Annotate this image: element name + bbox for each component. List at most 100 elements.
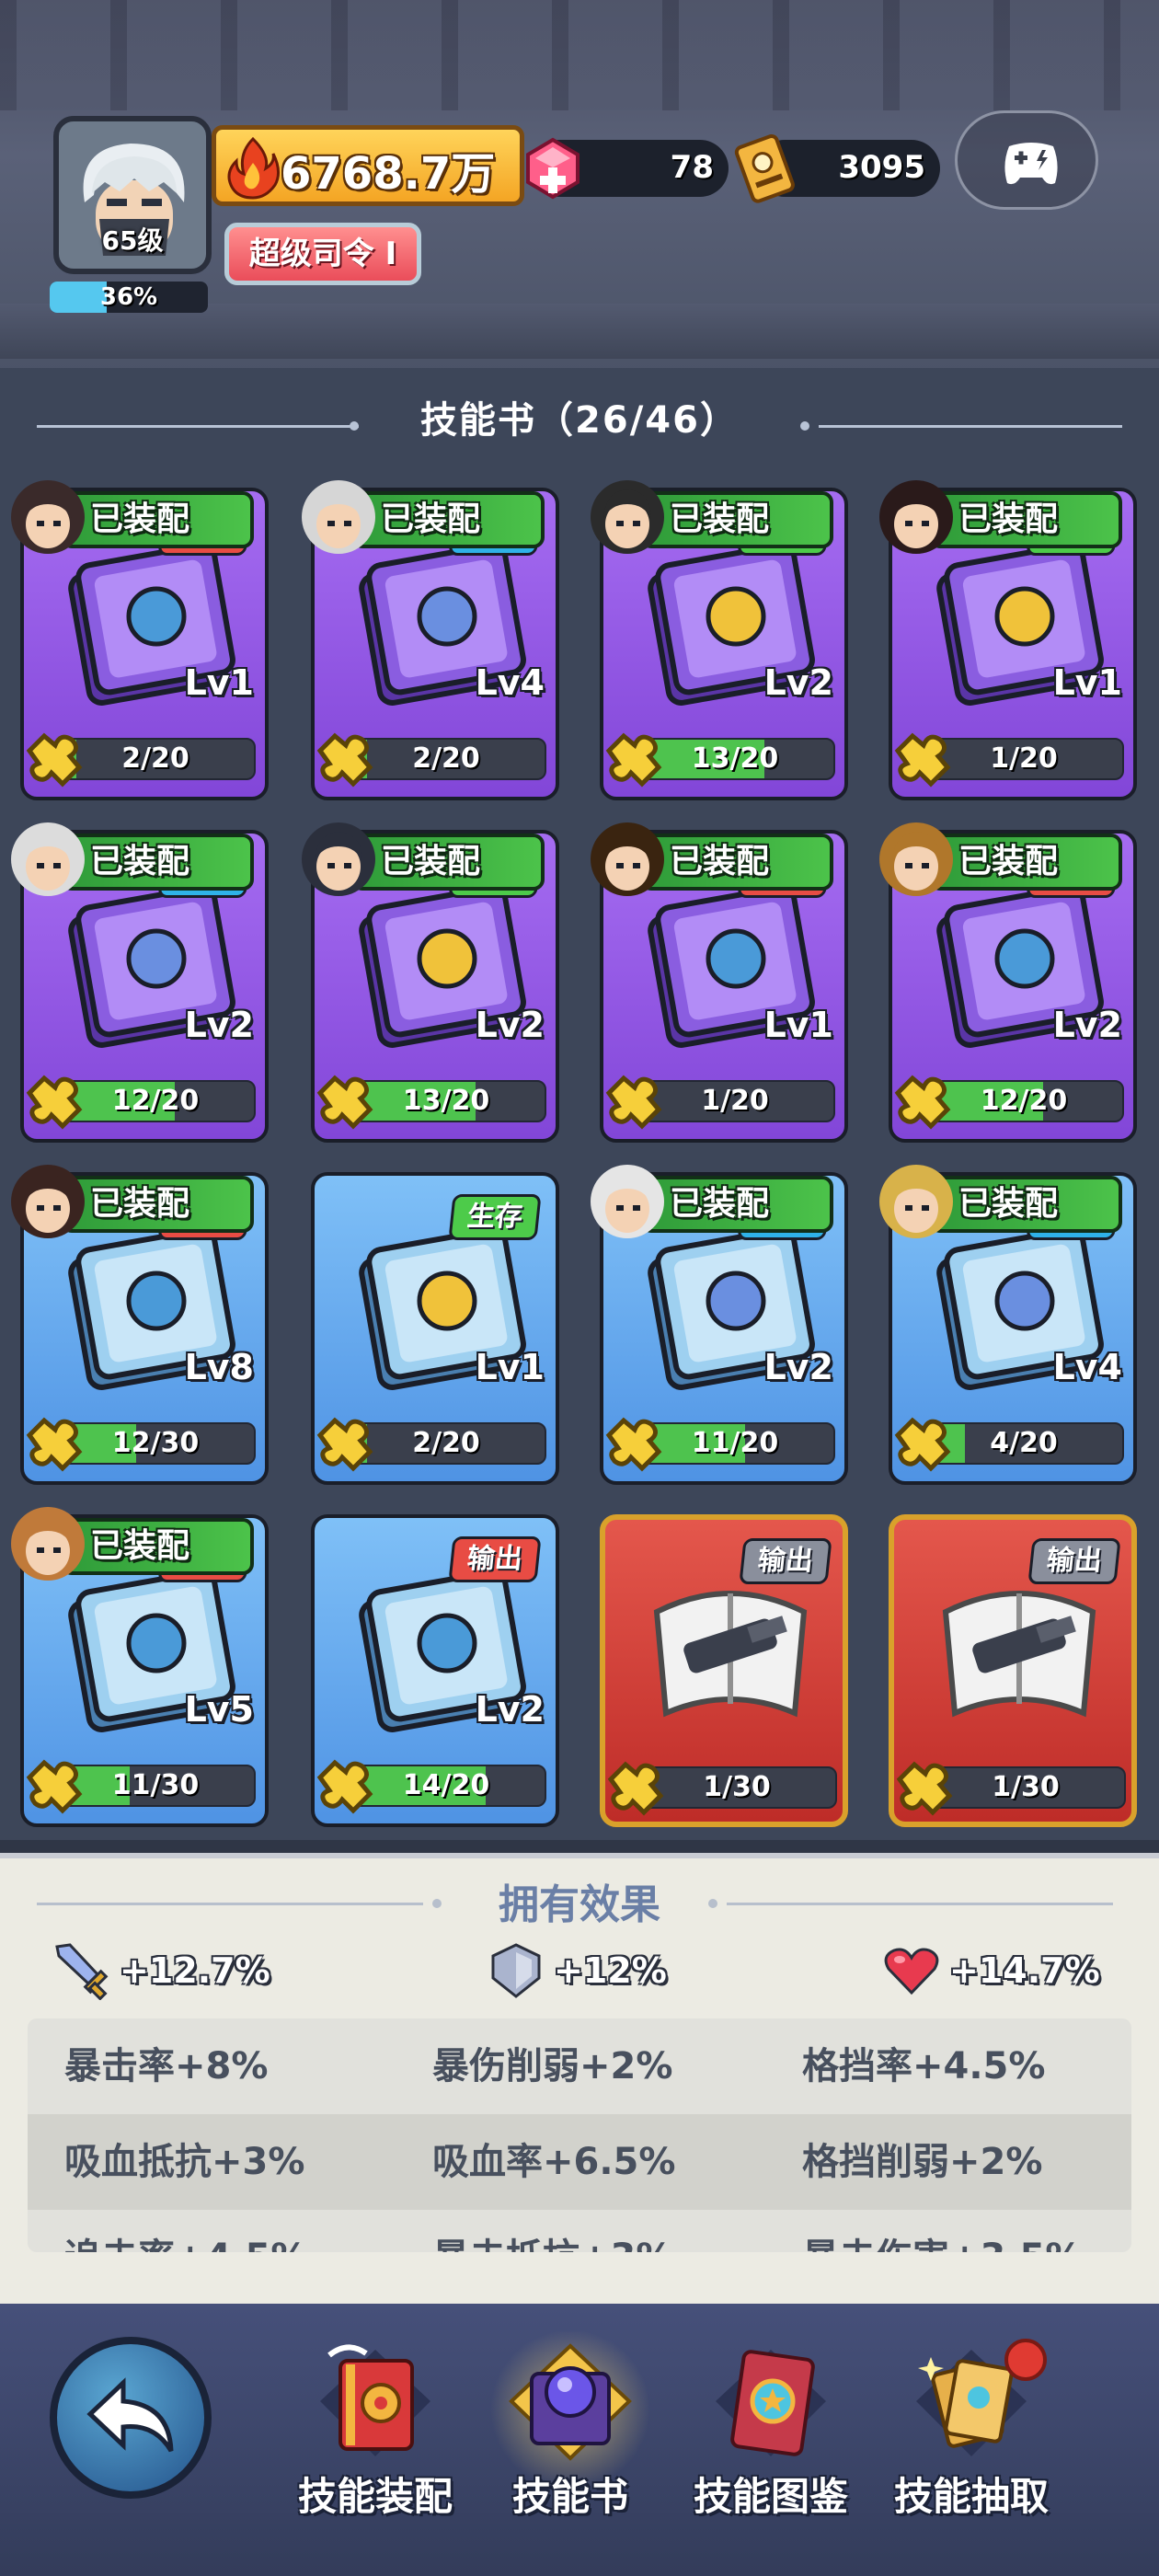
skill-level: Lv1 (1052, 662, 1122, 703)
skill-book-card[interactable]: 辅助Lv4 2/20 已装配 (302, 480, 559, 800)
ticket-counter[interactable]: 3095 (734, 133, 940, 203)
equipped-label: 已装配 (90, 843, 190, 880)
effects-row: 吸血抵抗+3% 吸血率+6.5% 格挡削弱+2% (28, 2114, 1131, 2210)
tab-skill-book[interactable]: 技能书 (469, 2331, 671, 2558)
skill-level: Lv4 (1052, 1347, 1122, 1387)
equipped-label: 已装配 (670, 843, 770, 880)
hp-stat-value: +14.7% (949, 1950, 1100, 1991)
dagger-icon (942, 1591, 1096, 1718)
skill-level: Lv1 (475, 1347, 545, 1387)
puzzle-shard-icon (26, 1417, 83, 1472)
attack-stat-value: +12.7% (120, 1950, 270, 1991)
equipped-label: 已装配 (958, 843, 1059, 880)
skill-book-card[interactable]: 输出 Lv2 14/20 (311, 1514, 559, 1827)
hero-portrait-icon (589, 821, 666, 898)
equipped-badge: 已装配 (61, 491, 254, 548)
back-arrow-icon (86, 2377, 174, 2453)
effect-cell: 暴击伤害+3.5% (802, 2210, 1082, 2252)
skill-book-card[interactable]: 输出Lv2 12/20 已装配 (879, 822, 1137, 1143)
skill-type-label: 输出 (465, 1543, 524, 1575)
puzzle-shard-icon (894, 1075, 951, 1130)
effect-cell: 格挡削弱+2% (802, 2141, 1043, 2183)
equipped-label: 已装配 (90, 1527, 190, 1565)
puzzle-shard-icon (605, 1417, 662, 1472)
effect-cell: 吸血抵抗+3% (64, 2141, 305, 2183)
skill-book-card[interactable]: 输出Lv8 12/30 已装配 (11, 1165, 269, 1485)
red-book-gear-icon (320, 2344, 430, 2456)
sword-icon (55, 1943, 109, 2000)
puzzle-shard-icon (316, 1075, 373, 1130)
effect-cell: 暴击抵抗+3% (432, 2210, 672, 2252)
equipped-badge: 已装配 (929, 1176, 1122, 1233)
equipped-badge: 已装配 (61, 1518, 254, 1575)
skill-book-card[interactable]: 生存Lv2 13/20 已装配 (591, 480, 848, 800)
effect-cell: 暴击率+8% (64, 2045, 269, 2087)
tab-skill-equip[interactable]: 技能装配 (274, 2337, 476, 2558)
skill-level: Lv2 (475, 1005, 545, 1045)
equipped-label: 已装配 (381, 843, 481, 880)
skill-book-card[interactable]: 生存Lv2 13/20 已装配 (302, 822, 559, 1143)
player-level: 65级 (101, 225, 164, 256)
skill-level: Lv2 (763, 1347, 833, 1387)
rank-title-badge[interactable]: 超级司令 I (224, 223, 421, 285)
rank-title-text: 超级司令 I (248, 236, 397, 272)
hero-portrait-icon (878, 1163, 955, 1240)
skill-book-card[interactable]: 辅助Lv4 4/20 已装配 (879, 1165, 1137, 1485)
gem-counter[interactable]: 78 (526, 137, 729, 200)
equipped-badge: 已装配 (929, 834, 1122, 891)
skill-book-card[interactable]: 辅助Lv2 11/20 已装配 (591, 1165, 848, 1485)
skill-level: Lv4 (475, 662, 545, 703)
effects-table[interactable]: 暴击率+8% 暴伤削弱+2% 格挡率+4.5% 吸血抵抗+3% 吸血率+6.5%… (28, 2018, 1131, 2252)
skill-book-card[interactable]: 生存Lv1 1/20 已装配 (879, 480, 1137, 800)
gamepad-button[interactable] (955, 110, 1098, 210)
equipped-label: 已装配 (670, 500, 770, 538)
player-avatar[interactable]: 65级 (53, 116, 212, 274)
skill-book-card[interactable]: 辅助Lv2 12/20 已装配 (11, 822, 269, 1143)
equipped-label: 已装配 (958, 1185, 1059, 1223)
puzzle-shard-icon (894, 1417, 951, 1472)
skill-book-card[interactable]: 输出Lv5 11/30 已装配 (11, 1507, 269, 1827)
effect-cell: 追击率+4.5% (64, 2210, 307, 2252)
effect-cell: 吸血率+6.5% (432, 2141, 676, 2183)
notification-dot (1004, 2339, 1047, 2381)
back-button[interactable] (50, 2337, 212, 2499)
skill-book-card[interactable]: 输出 1/30 (600, 1514, 848, 1827)
skill-type-tag: 输出 (1027, 1538, 1121, 1584)
hero-portrait-icon (9, 1163, 86, 1240)
tab-skill-codex-label: 技能图鉴 (693, 2474, 848, 2519)
combat-power-box: 6768.7万 (212, 125, 524, 206)
hero-portrait-icon (300, 478, 377, 556)
tab-skill-equip-label: 技能装配 (297, 2474, 453, 2519)
gem-plus-icon (526, 137, 580, 200)
skill-book-card[interactable]: 输出Lv1 2/20 已装配 (11, 480, 269, 800)
hero-portrait-icon (9, 478, 86, 556)
equipped-badge: 已装配 (61, 834, 254, 891)
hero-portrait-icon (300, 821, 377, 898)
skill-type-label: 输出 (756, 1545, 815, 1577)
puzzle-shard-icon (26, 732, 83, 788)
equipped-label: 已装配 (670, 1185, 770, 1223)
puzzle-shard-icon (316, 732, 373, 788)
magic-book-orb-icon (509, 2343, 632, 2461)
effect-cell: 格挡率+4.5% (802, 2045, 1046, 2087)
skill-book-card[interactable]: 输出Lv1 1/20 已装配 (591, 822, 848, 1143)
puzzle-shard-icon (896, 1761, 953, 1816)
skill-level: Lv2 (184, 1005, 254, 1045)
puzzle-shard-icon (26, 1759, 83, 1814)
equipped-badge: 已装配 (61, 1176, 254, 1233)
gamepad-icon (1004, 143, 1058, 185)
heart-icon (884, 1948, 939, 1995)
codex-book-star-icon (716, 2350, 826, 2456)
effects-row: 暴击率+8% 暴伤削弱+2% 格挡率+4.5% (28, 2018, 1131, 2114)
skill-type-label: 输出 (1045, 1545, 1104, 1577)
skill-type-label: 生存 (465, 1201, 524, 1233)
skill-book-card[interactable]: 生存 Lv1 2/20 (311, 1172, 559, 1485)
skill-type-tag: 生存 (448, 1194, 542, 1240)
skill-book-card[interactable]: 输出 1/30 (889, 1514, 1137, 1827)
puzzle-shard-icon (26, 1075, 83, 1130)
puzzle-shard-icon (316, 1759, 373, 1814)
ticket-count: 3095 (838, 149, 925, 186)
hero-portrait-icon (878, 821, 955, 898)
hero-portrait-icon (589, 1163, 666, 1240)
tab-skill-codex[interactable]: 技能图鉴 (670, 2337, 872, 2558)
